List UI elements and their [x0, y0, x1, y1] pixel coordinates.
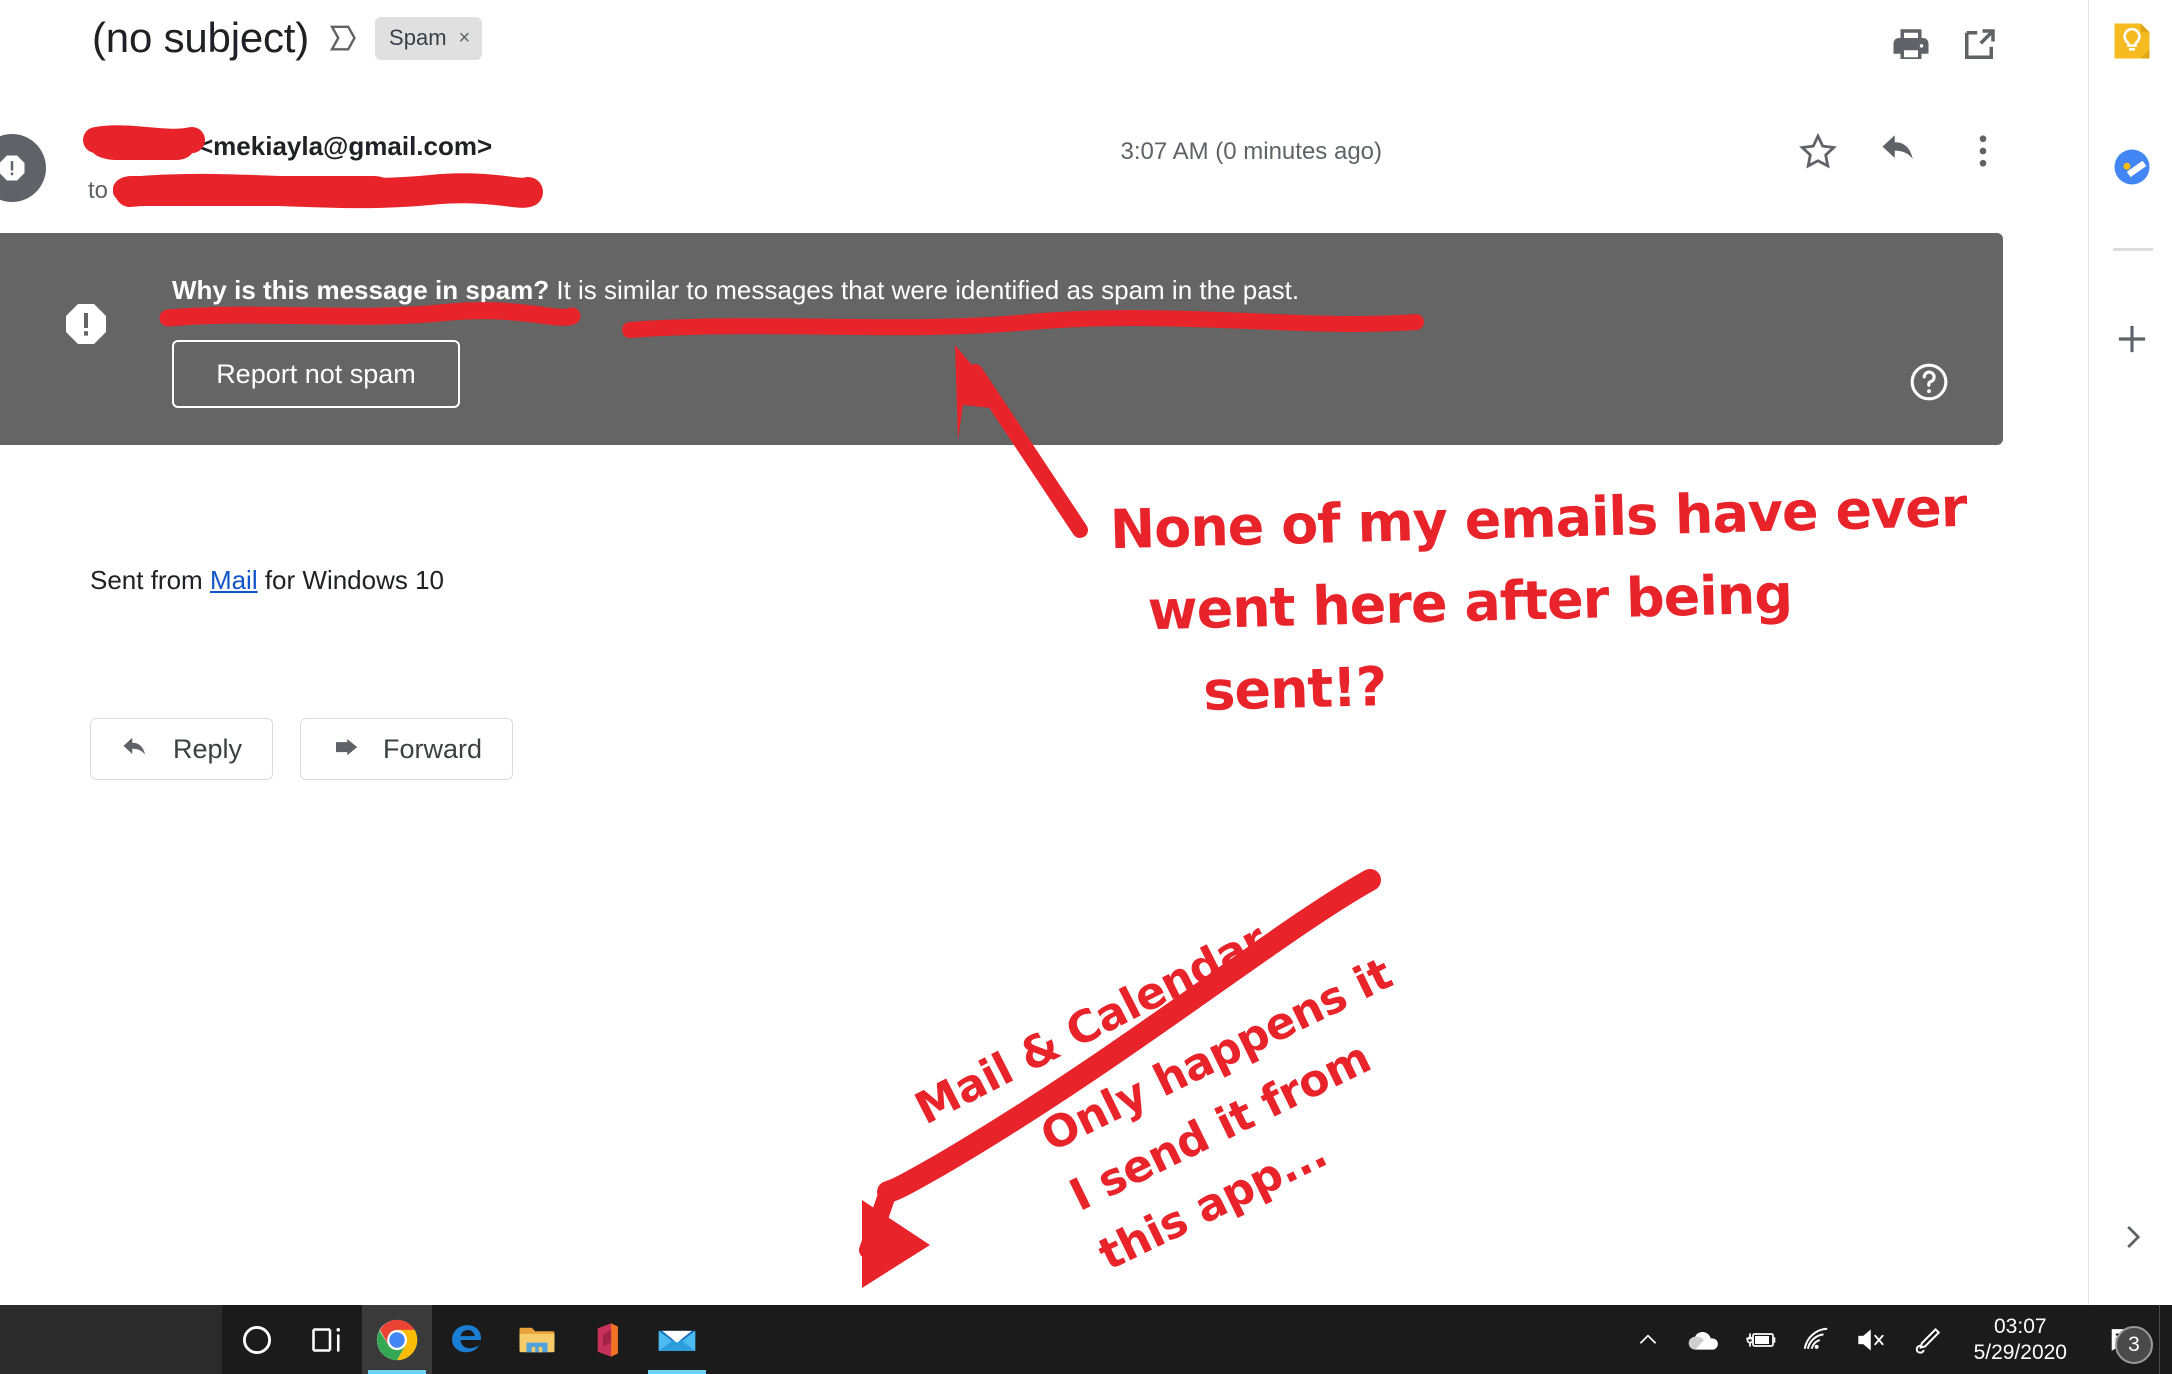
subject-row: (no subject) Spam ×: [92, 14, 483, 62]
clock-time: 03:07: [1994, 1314, 2047, 1338]
recipient-line: to: [88, 176, 429, 206]
taskbar-clock[interactable]: 03:07 5/29/2020: [1956, 1305, 2089, 1374]
star-icon[interactable]: [1797, 130, 1839, 172]
page-title: (no subject): [92, 14, 310, 61]
taskbar-item-task-view[interactable]: [292, 1305, 362, 1374]
sender-line: <mekiayla@gmail.com>: [92, 131, 492, 162]
reply-button[interactable]: Reply: [90, 718, 274, 780]
taskbar-item-cortana[interactable]: [222, 1305, 292, 1374]
reply-arrow-icon: [121, 734, 151, 764]
open-in-new-icon[interactable]: [1958, 24, 2000, 66]
chrome-icon: [376, 1319, 418, 1360]
to-label: to: [88, 177, 109, 204]
sender-email: <mekiayla@gmail.com>: [198, 131, 493, 161]
task-view-icon: [312, 1327, 341, 1352]
notification-center-button[interactable]: 3: [2089, 1305, 2159, 1374]
reply-arrow-icon[interactable]: [1879, 130, 1921, 172]
chevron-right-icon[interactable]: [2117, 1222, 2147, 1252]
pen-icon[interactable]: [1900, 1305, 1956, 1374]
screenshot-root: (no subject) Spam × <mekiayla@gmail.com>…: [0, 0, 2172, 1374]
spam-banner-text: Why is this message in spam? It is simil…: [172, 275, 1299, 306]
report-not-spam-button[interactable]: Report not spam: [172, 340, 460, 408]
avatar: [0, 134, 46, 202]
cloud-icon[interactable]: [1676, 1305, 1732, 1374]
cortana-circle-icon: [242, 1325, 272, 1354]
redacted-sender-name: [92, 134, 194, 161]
print-icon[interactable]: [1890, 24, 1932, 66]
system-tray: 03:07 5/29/2020 3: [1620, 1305, 2172, 1374]
label-chip-spam[interactable]: Spam ×: [375, 16, 483, 60]
taskbar-item-mail[interactable]: [642, 1305, 712, 1374]
clock-date: 5/29/2020: [1973, 1340, 2067, 1364]
redacted-recipient: [113, 176, 398, 206]
office-icon: [597, 1322, 618, 1357]
chevron-down-icon[interactable]: [410, 186, 429, 196]
tasks-check-icon[interactable]: [2111, 146, 2153, 188]
show-desktop-button[interactable]: [2159, 1305, 2172, 1374]
spam-banner-heading: Why is this message in spam?: [172, 275, 550, 305]
spam-banner-explanation: It is similar to messages that were iden…: [549, 275, 1300, 305]
body-text-suffix: for Windows 10: [257, 565, 445, 595]
message-timestamp: 3:07 AM (0 minutes ago): [1120, 138, 1382, 165]
forward-arrow-icon: [331, 734, 361, 764]
file-explorer-icon: [519, 1327, 555, 1352]
forward-button-label: Forward: [383, 733, 483, 764]
notification-badge: 3: [2115, 1326, 2153, 1364]
taskbar-app-list: [222, 1305, 712, 1374]
windows-start-icon[interactable]: [0, 1305, 222, 1374]
taskbar-item-edge[interactable]: [432, 1305, 502, 1374]
taskbar-item-office[interactable]: [572, 1305, 642, 1374]
more-vertical-icon[interactable]: [1962, 130, 2004, 172]
wifi-icon[interactable]: [1788, 1305, 1844, 1374]
windows-taskbar: 03:07 5/29/2020 3: [0, 1305, 2172, 1374]
spam-warning-banner: [0, 233, 2003, 445]
message-footer-actions: Reply Forward: [90, 718, 514, 780]
warning-octagon-icon: [0, 155, 25, 181]
taskbar-running-indicator: [368, 1370, 426, 1374]
chevron-up-icon[interactable]: [1620, 1305, 1676, 1374]
reply-button-label: Reply: [173, 733, 243, 764]
email-reading-pane: (no subject) Spam × <mekiayla@gmail.com>…: [0, 0, 2088, 1305]
message-body: Sent from Mail for Windows 10: [90, 565, 444, 596]
body-text-prefix: Sent from: [90, 565, 210, 595]
mail-envelope-icon: [658, 1330, 696, 1351]
help-circle-icon[interactable]: [1907, 360, 1951, 404]
taskbar-item-chrome[interactable]: [362, 1305, 432, 1374]
edge-icon: [452, 1324, 481, 1352]
taskbar-item-file-explorer[interactable]: [502, 1305, 572, 1374]
mail-app-link[interactable]: Mail: [210, 565, 258, 595]
inbox-chevron-icon: [327, 21, 357, 55]
keep-lightbulb-icon[interactable]: [2111, 20, 2153, 62]
battery-charging-icon[interactable]: [1732, 1305, 1788, 1374]
sidebar-divider: [2113, 248, 2153, 251]
speaker-muted-icon[interactable]: [1844, 1305, 1900, 1374]
warning-octagon-icon: [62, 300, 110, 348]
forward-button[interactable]: Forward: [300, 718, 514, 780]
taskbar-running-indicator: [648, 1370, 706, 1374]
plus-icon[interactable]: [2111, 318, 2153, 360]
addon-sidebar: [2088, 0, 2172, 1305]
close-icon[interactable]: ×: [459, 23, 471, 53]
label-chip-text: Spam: [389, 24, 447, 50]
